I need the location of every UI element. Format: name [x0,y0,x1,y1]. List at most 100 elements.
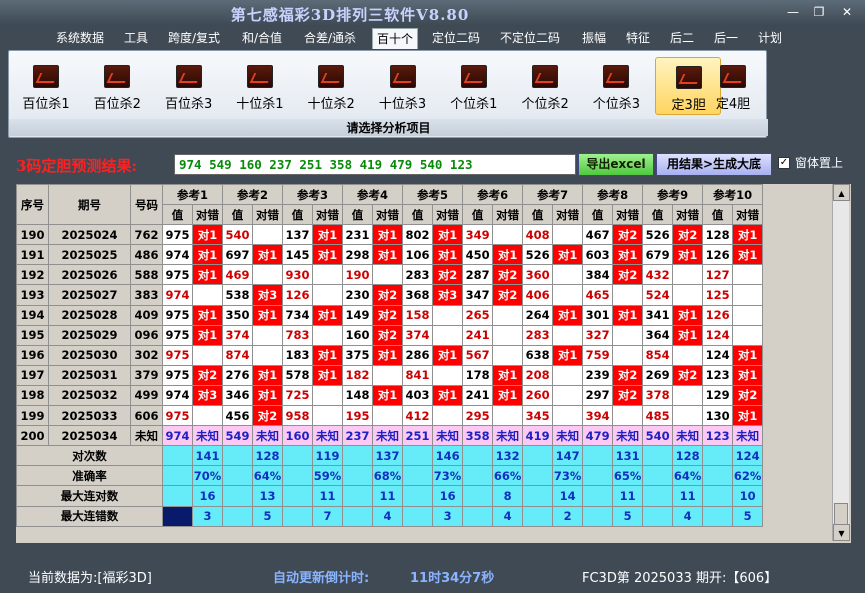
stats-blank-cell [702,445,734,467]
ribbon-button-3[interactable]: 十位杀1 [227,57,293,115]
stats-value-cell: 11 [612,485,644,507]
table-row[interactable]: 198 2025032 499 974 对3 346 对1 725 148 对1 403 对1 241 对… [16,384,764,407]
stay-on-top-checkbox[interactable]: ✓ [778,157,790,169]
ribbon-button-8[interactable]: 个位杀3 [583,57,649,115]
stats-value-cell: 13 [252,485,284,507]
ribbon-button-0[interactable]: 百位杀1 [13,57,79,115]
period-cell: 2025027 [48,284,131,306]
menu-item-8[interactable]: 振幅 [578,28,610,49]
value-cell: 260 [522,384,554,407]
ribbon-button-4[interactable]: 十位杀2 [298,57,364,115]
table-row[interactable]: 194 2025028 409 975 对1 350 对1 734 对1 149 对2 158 265 2… [16,304,764,326]
export-excel-button[interactable]: 导出excel [578,153,654,176]
seq-cell: 199 [16,405,49,427]
vertical-scrollbar[interactable]: ▲ ▼ [832,184,850,541]
value-cell: 360 [522,264,554,286]
table-row[interactable]: 196 2025030 302 975 874 183 对1 375 对1 286 对1 567 638… [16,344,764,366]
value-cell: 298 [342,244,374,266]
result-field[interactable]: 974 549 160 237 251 358 419 479 540 123 [174,154,576,175]
table-row[interactable]: 190 2025024 762 975 对1 540 137 对1 231 对1 802 对1 349 4… [16,224,764,246]
value-cell: 697 [222,244,254,266]
table-row[interactable]: 195 2025029 096 975 对1 374 783 160 对2 374 241 283 32… [16,324,764,346]
value-cell: 408 [522,224,554,246]
value-cell: 854 [642,344,674,366]
value-cell: 124 [702,344,734,366]
menu-item-4[interactable]: 合差/通杀 [300,28,360,49]
value-cell: 874 [222,344,254,366]
table-row[interactable]: 191 2025025 486 974 对1 697 对1 145 对1 298 对1 106 对1 45… [16,244,764,266]
value-cell: 538 [222,284,254,306]
menu-item-12[interactable]: 计划 [754,28,786,49]
judge-cell: 对1 [672,244,704,266]
ribbon-button-10[interactable]: 定4胆 [707,57,759,115]
stats-blank-cell [402,485,434,507]
value-cell: 264 [522,304,554,326]
chart-icon [460,65,487,88]
value-cell: 725 [282,384,314,407]
scroll-up-icon[interactable]: ▲ [833,184,850,201]
stats-blank-cell [642,445,674,467]
menu-item-2[interactable]: 跨度/复式 [164,28,224,49]
table-row[interactable]: 192 2025026 588 975 对1 469 930 190 283 对2 287 对2 360… [16,264,764,286]
value-cell: 230 [342,284,374,306]
value-cell: 106 [402,244,434,266]
restore-icon[interactable]: ❐ [806,2,832,22]
chart-icon [389,65,416,88]
seq-cell: 197 [16,364,49,386]
stats-blank-cell [222,465,254,487]
value-cell: 578 [282,364,314,386]
judge-cell [252,264,284,286]
judge-cell: 对2 [612,264,644,286]
menu-item-0[interactable]: 系统数据 [52,28,108,49]
table-row[interactable]: 193 2025027 383 974 538 对3 126 230 对2 368 对3 347 对2 4… [16,284,764,306]
ribbon-button-1[interactable]: 百位杀2 [84,57,150,115]
value-cell: 974 [162,425,193,447]
stats-blank-cell [162,445,193,467]
minimize-icon[interactable]: — [780,2,806,22]
menu-item-5[interactable]: 百十个 [372,28,419,49]
ribbon-button-7[interactable]: 个位杀2 [512,57,578,115]
judge-cell: 对1 [732,364,764,386]
judge-cell [191,405,224,427]
stats-value-cell: 3 [191,505,224,527]
judge-cell: 对2 [672,224,704,246]
column-header-ref: 参考2 [222,184,284,206]
value-cell: 231 [342,224,374,246]
column-header-judge: 对错 [191,204,224,226]
table-row[interactable]: 199 2025033 606 975 456 对2 958 195 412 295 345 394 4… [16,405,764,427]
menu-item-1[interactable]: 工具 [120,28,152,49]
window-title: 第七感福彩3D排列三软件V8.80 [230,6,470,24]
menu-item-11[interactable]: 后一 [710,28,742,49]
stats-blank-cell [462,465,494,487]
judge-cell [372,364,404,386]
judge-cell [672,284,704,306]
value-cell: 160 [342,324,374,346]
judge-cell: 对1 [492,244,524,266]
judge-cell: 对1 [672,304,704,326]
scroll-down-icon[interactable]: ▼ [833,524,850,541]
generate-base-button[interactable]: 用结果>生成大底 [656,153,772,176]
value-cell: 469 [222,264,254,286]
judge-cell: 对2 [191,364,224,386]
stats-blank-cell [462,505,494,527]
value-cell: 182 [342,364,374,386]
ribbon-button-6[interactable]: 个位杀1 [441,57,507,115]
chart-icon [175,65,202,88]
scroll-thumb[interactable] [834,503,848,525]
menu-item-7[interactable]: 不定位二码 [496,28,564,49]
table-row[interactable]: 200 2025034 未知 974 未知 549 未知 160 未知 237 未知 251 未知 358… [16,425,764,447]
seq-cell: 193 [16,284,49,306]
menu-item-6[interactable]: 定位二码 [428,28,484,49]
stats-value-cell: 147 [552,445,584,467]
chart-icon [603,65,630,88]
table-row[interactable]: 197 2025031 379 975 对2 276 对1 578 对1 182 841 178 对1 2… [16,364,764,386]
menu-item-9[interactable]: 特征 [622,28,654,49]
close-icon[interactable]: ✕ [834,2,860,22]
judge-cell: 未知 [732,425,764,447]
menu-item-3[interactable]: 和/合值 [238,28,286,49]
menu-item-10[interactable]: 后二 [666,28,698,49]
ribbon-button-2[interactable]: 百位杀3 [156,57,222,115]
value-cell: 158 [402,304,434,326]
ribbon-button-5[interactable]: 十位杀3 [370,57,436,115]
judge-cell [492,324,524,346]
